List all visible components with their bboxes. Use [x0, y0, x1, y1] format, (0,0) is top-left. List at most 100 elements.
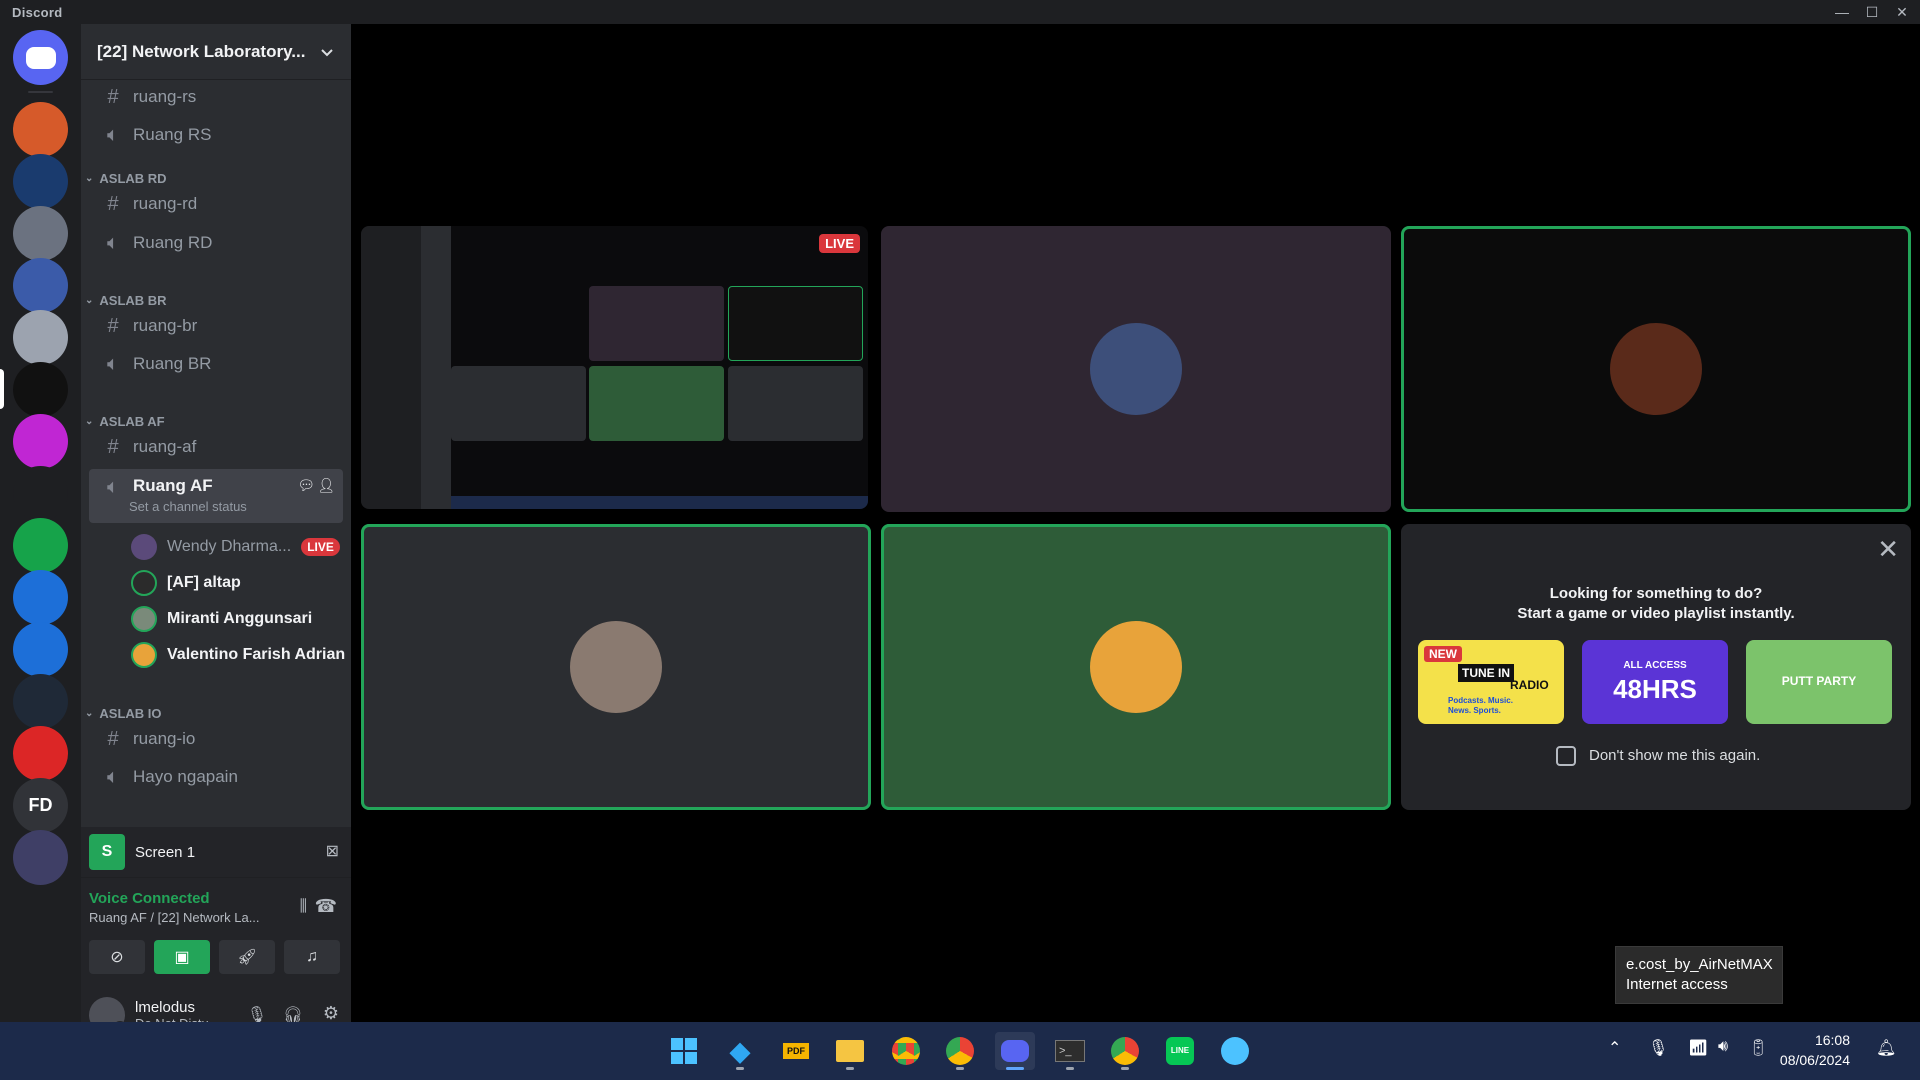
activity-title: Looking for something to do?: [1549, 585, 1763, 602]
speaker-icon: 🔈︎: [107, 765, 119, 788]
hashtag-icon: #: [107, 192, 119, 215]
toggle-camera-button[interactable]: ⊘: [89, 940, 145, 974]
stream-preview-taskbar: [451, 496, 868, 509]
voice-channel-ruang-rs[interactable]: 🔈︎ Ruang RS: [89, 118, 343, 152]
voice-user-miranti[interactable]: Miranti Anggunsari: [131, 603, 312, 635]
start-button[interactable]: [664, 1032, 704, 1070]
file-explorer-taskbar[interactable]: [830, 1032, 870, 1070]
voice-user-wendy[interactable]: Wendy Dharma... LIVE: [131, 531, 340, 563]
discord-taskbar[interactable]: [995, 1032, 1035, 1070]
speaker-icon: 🔈︎: [107, 476, 119, 498]
close-window-icon[interactable]: ✕: [1887, 0, 1917, 24]
share-screen-button[interactable]: ▣: [154, 940, 210, 974]
category-aslab-br[interactable]: ⌄ ASLAB BR: [85, 293, 167, 308]
tray-microphone-icon[interactable]: 🎙︎: [1648, 1038, 1668, 1058]
chevron-down-icon: [321, 48, 333, 56]
server-icon-server-orange[interactable]: [13, 102, 68, 157]
voice-channel-ruang-rd[interactable]: 🔈︎ Ruang RD: [89, 226, 343, 260]
avatar: [131, 606, 157, 632]
chrome-profile2-taskbar[interactable]: [1105, 1032, 1145, 1070]
pdf-icon: PDF: [783, 1043, 809, 1059]
participant-altap[interactable]: [1401, 226, 1911, 512]
server-icon-server-sesak-napas[interactable]: [13, 726, 68, 781]
paint-taskbar[interactable]: [1215, 1032, 1255, 1070]
channel-ruang-rs[interactable]: # ruang-rs: [89, 80, 343, 114]
server-icon-server-d-green[interactable]: [13, 518, 68, 573]
voice-user-altap[interactable]: [AF] altap: [131, 567, 241, 599]
activity-card-tunein[interactable]: NEW TUNE IN RADIO Podcasts. Music. News.…: [1418, 640, 1564, 724]
wifi-icon[interactable]: 📶︎: [1688, 1038, 1708, 1058]
avatar: [131, 534, 157, 560]
voice-user-valentino[interactable]: Valentino Farish Adrian: [131, 639, 345, 671]
soundboard-button[interactable]: ♫: [284, 940, 340, 974]
category-aslab-af[interactable]: ⌄ ASLAB AF: [85, 414, 165, 429]
voice-status[interactable]: Voice Connected: [89, 890, 210, 907]
line-taskbar[interactable]: LINE: [1160, 1032, 1200, 1070]
activity-suggestion-panel: ✕ Looking for something to do? Start a g…: [1401, 524, 1911, 810]
server-icon-server-auav[interactable]: [13, 674, 68, 729]
chat-icon[interactable]: 💬︎: [297, 477, 315, 494]
server-icon-server-d-blue[interactable]: [13, 570, 68, 625]
channel-ruang-rd[interactable]: # ruang-rd: [89, 187, 343, 221]
invite-icon[interactable]: 👤︎: [317, 477, 335, 494]
activity-card-all-access[interactable]: ALL ACCESS 48HRS: [1582, 640, 1728, 724]
participant-valentino[interactable]: [881, 524, 1391, 810]
server-icon-server-art[interactable]: [13, 258, 68, 313]
channel-status[interactable]: Set a channel status: [129, 499, 247, 514]
avatar: [570, 621, 662, 713]
dont-show-checkbox[interactable]: [1556, 746, 1576, 766]
channel-ruang-af[interactable]: # ruang-af: [89, 430, 343, 464]
tray-overflow-icon[interactable]: ⌃: [1608, 1038, 1621, 1058]
volume-icon[interactable]: 🔊︎: [1718, 1038, 1728, 1056]
discord-home-icon: [25, 46, 56, 69]
server-icon-server-fd[interactable]: FD: [13, 778, 68, 833]
server-icon-server-drone[interactable]: [13, 206, 68, 261]
category-aslab-rd[interactable]: ⌄ ASLAB RD: [85, 171, 167, 186]
server-icon-server-netlab[interactable]: [13, 362, 68, 417]
stream-preview-tile: [728, 366, 863, 441]
voice-channel-ruang-br[interactable]: 🔈︎ Ruang BR: [89, 347, 343, 381]
network-tooltip: e.cost_by_AirNetMAX Internet access: [1615, 946, 1783, 1004]
chrome-taskbar[interactable]: [886, 1032, 926, 1070]
server-icon-server-plane[interactable]: [13, 310, 68, 365]
guild-header[interactable]: [22] Network Laboratory...: [81, 24, 351, 80]
activities-button[interactable]: 🚀︎: [219, 940, 275, 974]
clock[interactable]: 16:08 08/06/2024: [1780, 1030, 1850, 1070]
voice-channel-hayo-ngapain[interactable]: 🔈︎ Hayo ngapain: [89, 760, 343, 794]
notification-bell-icon[interactable]: 🔔︎: [1876, 1038, 1896, 1058]
chrome-icon: [1111, 1037, 1139, 1065]
channel-ruang-br[interactable]: # ruang-br: [89, 309, 343, 343]
channel-ruang-io[interactable]: # ruang-io: [89, 722, 343, 756]
server-icon-server-exercise[interactable]: [13, 154, 68, 209]
screen-share-preview[interactable]: S Screen 1 ⊠: [81, 827, 351, 877]
participant-wendy[interactable]: [881, 226, 1391, 512]
server-icon-server-robot[interactable]: [13, 830, 68, 885]
screen-label: Screen 1: [135, 843, 196, 861]
noise-suppression-icon[interactable]: ⫼: [300, 898, 307, 916]
stop-stream-icon[interactable]: ⊠: [326, 841, 339, 861]
settings-gear-icon[interactable]: ⚙: [323, 1003, 339, 1024]
participant-miranti[interactable]: [361, 524, 871, 810]
vscode-taskbar[interactable]: ◆: [720, 1032, 760, 1070]
pdf-taskbar[interactable]: PDF: [776, 1032, 816, 1070]
battery-icon[interactable]: 🔋︎: [1748, 1038, 1768, 1058]
paint-icon: [1221, 1037, 1249, 1065]
camera-off-icon: ⊘: [110, 949, 124, 966]
disconnect-icon[interactable]: ☎: [315, 896, 337, 917]
activity-card-putt-party[interactable]: PUTT PARTY: [1746, 640, 1892, 724]
server-icon-server-d-blue2[interactable]: [13, 622, 68, 677]
server-icon-home[interactable]: [13, 30, 68, 85]
screen-share-tile[interactable]: LIVE: [361, 226, 868, 509]
chrome-profile-taskbar[interactable]: [940, 1032, 980, 1070]
minimize-icon[interactable]: —: [1827, 0, 1857, 24]
terminal-taskbar[interactable]: >_: [1050, 1032, 1090, 1070]
server-icon-server-d-magenta[interactable]: [13, 414, 68, 469]
voice-location[interactable]: Ruang AF / [22] Network La...: [89, 910, 260, 925]
maximize-icon[interactable]: ☐: [1857, 0, 1887, 24]
close-icon[interactable]: ✕: [1877, 534, 1899, 565]
category-aslab-io[interactable]: ⌄ ASLAB IO: [85, 706, 162, 721]
rail-separator: [28, 91, 53, 93]
voice-channel-ruang-af[interactable]: 🔈︎ Ruang AF Set a channel status 💬︎ 👤︎: [89, 469, 343, 523]
screen-share-icon: ▣: [174, 949, 190, 966]
server-icon-server-cat[interactable]: [13, 466, 68, 521]
